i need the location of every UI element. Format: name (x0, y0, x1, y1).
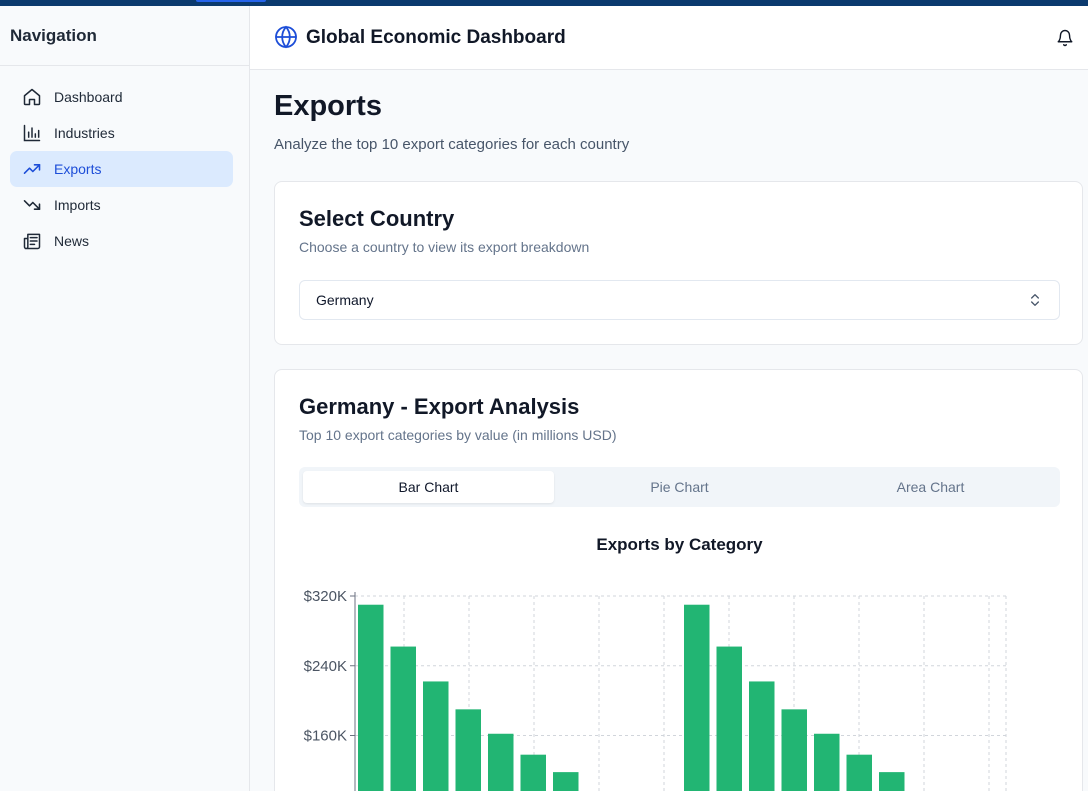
bar (846, 754, 872, 791)
country-select-card: Select Country Choose a country to view … (274, 181, 1083, 345)
newspaper-icon (22, 231, 42, 251)
country-select-value: Germany (316, 292, 374, 308)
bell-icon[interactable] (1056, 29, 1074, 47)
bar (520, 754, 546, 791)
app-header: Global Economic Dashboard (250, 6, 1088, 70)
bar (684, 604, 710, 791)
sidebar-item-label: Exports (54, 161, 102, 177)
page-title: Exports (274, 90, 382, 122)
bar (814, 733, 840, 791)
export-analysis-card: Germany - Export Analysis Top 10 export … (274, 369, 1083, 791)
bar (358, 604, 384, 791)
home-icon (22, 87, 42, 107)
sidebar-header: Navigation (0, 6, 249, 66)
app-title: Global Economic Dashboard (306, 27, 566, 48)
top-accent-indicator (196, 0, 266, 2)
sidebar-item-imports[interactable]: Imports (10, 187, 233, 223)
bar (716, 646, 742, 791)
trending-up-icon (22, 159, 42, 179)
globe-icon (275, 25, 297, 49)
sidebar-item-news[interactable]: News (10, 223, 233, 259)
sidebar-item-label: Industries (54, 125, 115, 141)
bar (455, 709, 481, 791)
y-tick-label: $320K (304, 588, 347, 605)
sidebar-item-dashboard[interactable]: Dashboard (10, 79, 233, 115)
sidebar-nav: Dashboard Industries Exports Imports New… (0, 66, 249, 259)
bar (488, 733, 514, 791)
sidebar-item-exports[interactable]: Exports (10, 151, 233, 187)
sidebar-item-label: Dashboard (54, 89, 123, 105)
sidebar: Navigation Dashboard Industries Exports … (0, 6, 250, 791)
sidebar-title: Navigation (10, 26, 97, 45)
bar (423, 681, 449, 791)
bar-chart-icon (22, 123, 42, 143)
bar (879, 772, 905, 791)
sidebar-item-industries[interactable]: Industries (10, 115, 233, 151)
page-subtitle: Analyze the top 10 export categories for… (274, 136, 630, 153)
card-description: Choose a country to view its export brea… (299, 239, 590, 255)
sidebar-item-label: Imports (54, 197, 101, 213)
card-title: Select Country (299, 206, 455, 231)
main-content: Exports Analyze the top 10 export catego… (250, 70, 1088, 791)
bar (781, 709, 807, 791)
bar (749, 681, 775, 791)
sidebar-item-label: News (54, 233, 90, 249)
trending-down-icon (22, 195, 42, 215)
country-select[interactable]: Germany (299, 280, 1060, 320)
y-tick-label: $160K (304, 728, 347, 745)
bar (390, 646, 416, 791)
y-tick-label: $240K (304, 658, 347, 675)
chevrons-up-down-icon (1031, 294, 1039, 306)
bar (553, 772, 579, 791)
exports-bar-chart: $320K $240K $160K (304, 588, 1007, 791)
